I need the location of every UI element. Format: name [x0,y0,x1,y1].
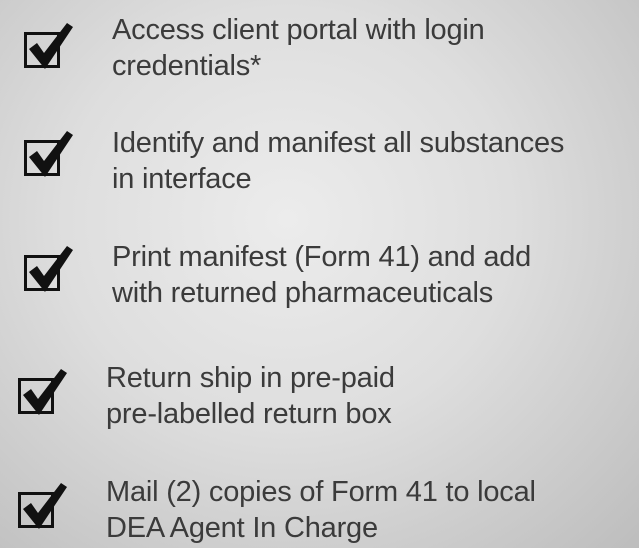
checked-checkbox-icon [24,23,73,69]
checklist-item-line2: DEA Agent In Charge [106,512,378,544]
checkmark-icon [29,23,73,69]
checklist-item-text: Print manifest (Form 41) and add with re… [112,239,531,311]
checklist-item-line2: in interface [112,163,252,195]
checklist-item-text: Return ship in pre-paid pre-labelled ret… [106,360,395,432]
checklist-item-line1: Return ship in pre-paid [106,362,395,394]
checked-checkbox-icon [24,131,73,177]
checklist-item-text: Access client portal with login credenti… [112,12,485,84]
checkmark-icon [23,483,67,529]
checklist-item-line2: pre-labelled return box [106,398,392,430]
checklist-item-line2: credentials* [112,50,262,82]
checklist-item-line2: with returned pharmaceuticals [112,277,494,309]
checked-checkbox-icon [18,369,67,415]
checked-checkbox-icon [18,483,67,529]
checklist-item-line1: Print manifest (Form 41) and add [112,241,532,273]
checked-checkbox-icon [24,246,73,292]
checklist-item-text: Identify and manifest all substances in … [112,125,564,197]
checklist-item-line1: Identify and manifest all substances [112,127,565,159]
checkmark-icon [23,369,67,415]
checkmark-icon [29,131,73,177]
checklist-item-line1: Access client portal with login [112,14,485,46]
checkmark-icon [29,246,73,292]
checklist-item-line1: Mail (2) copies of Form 41 to local [106,476,536,508]
checklist-slide: { "checklist": { "items": [ { "line1": "… [0,0,639,548]
checklist-item-text: Mail (2) copies of Form 41 to local DEA … [106,474,536,546]
